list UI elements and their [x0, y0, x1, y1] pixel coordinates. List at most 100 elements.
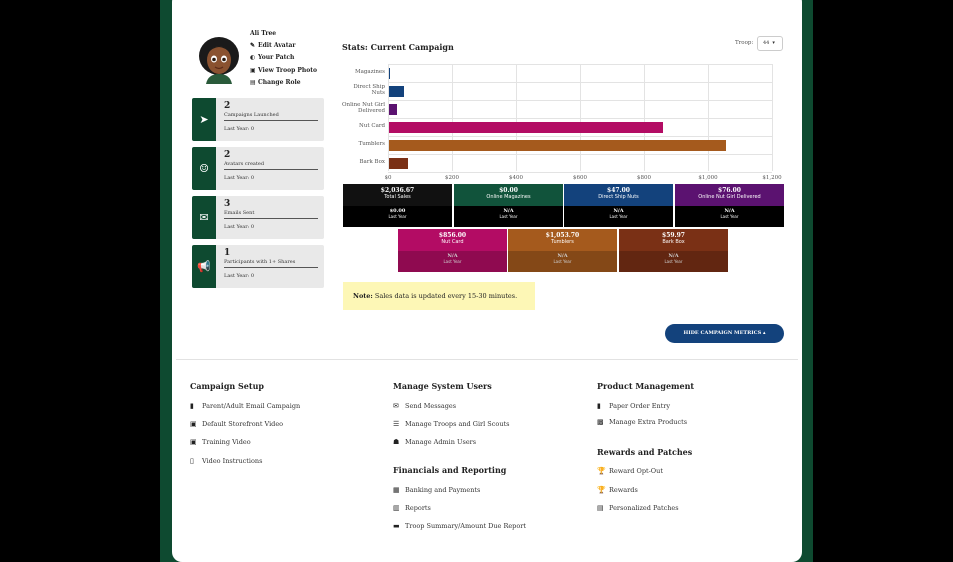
stat-campaigns-launched: ➤ 2 Campaigns Launched Last Year: 0	[192, 98, 324, 141]
trophy-icon: 🏆	[597, 467, 606, 475]
menu-parent-email-campaign[interactable]: ▮ Parent/Adult Email Campaign	[190, 402, 300, 410]
avatar-created-icon: ☺	[192, 147, 216, 190]
stat-value: 2	[224, 150, 231, 160]
tile-value: $1,053.70	[545, 232, 580, 239]
rocket-icon: ➤	[192, 98, 216, 141]
tile-value: $47.00	[607, 187, 630, 194]
chart-gridline	[388, 100, 772, 101]
stat-participants-shares: 📢 1 Participants with 1+ Shares Last Yea…	[192, 245, 324, 288]
chart-gridline	[388, 154, 772, 155]
menu-manage-extra-products[interactable]: ▩ Manage Extra Products	[597, 418, 687, 426]
manage-system-users-title: Manage System Users	[393, 381, 492, 391]
avatar[interactable]	[196, 34, 242, 84]
product-management-title: Product Management	[597, 381, 695, 391]
troop-select-value: 44	[763, 40, 770, 46]
tile-ly-label: Last Year	[388, 214, 407, 219]
tile-ly-value: N/A	[724, 208, 735, 214]
chart-x-tick: $200	[445, 175, 459, 181]
menu-troop-summary[interactable]: ▬ Troop Summary/Amount Due Report	[393, 522, 526, 530]
chart-bar	[389, 157, 409, 169]
chevron-down-icon: ▾	[772, 40, 775, 46]
view-troop-photo-link[interactable]: ▣ View Troop Photo	[250, 67, 317, 74]
stat-value: 2	[224, 101, 231, 111]
chart-x-tick: $400	[509, 175, 523, 181]
chart-x-tick: $0	[384, 175, 392, 181]
document-icon: ▮	[190, 402, 194, 410]
tile-last-year: N/A Last Year	[675, 206, 784, 227]
menu-default-storefront-video[interactable]: ▣ Default Storefront Video	[190, 420, 283, 428]
tile-ly-value: N/A	[447, 253, 458, 259]
tile-last-year: $0.00 Last Year	[343, 206, 452, 227]
menu-video-instructions[interactable]: ▯ Video Instructions	[190, 457, 262, 465]
menu-paper-order-entry[interactable]: ▮ Paper Order Entry	[597, 402, 670, 410]
stat-label: Emails Sent	[224, 210, 318, 219]
menu-reward-opt-out[interactable]: 🏆 Reward Opt-Out	[597, 467, 663, 475]
stat-last-year: Last Year: 0	[224, 175, 255, 181]
menu-banking-payments[interactable]: ▦ Banking and Payments	[393, 486, 480, 494]
tile-label: Tumblers	[551, 239, 574, 245]
chart-gridline	[388, 118, 772, 119]
tile-ly-label: Last Year	[720, 214, 739, 219]
chart-category-label: Magazines	[355, 69, 385, 75]
photo-icon: ▣	[250, 67, 256, 74]
chart-gridline	[388, 172, 772, 173]
tile-last-year: N/A Last Year	[508, 251, 617, 272]
chart-category-label: Tumblers	[358, 141, 385, 147]
envelope-icon: ✉	[393, 402, 399, 410]
role-icon: ▤	[250, 79, 256, 86]
your-patch-link[interactable]: ◐ Your Patch	[250, 54, 294, 61]
change-role-link[interactable]: ▤ Change Role	[250, 79, 301, 86]
chart-icon: ▥	[393, 504, 400, 512]
troop-select[interactable]: 44 ▾	[757, 36, 783, 51]
stat-value: 3	[224, 199, 231, 209]
divider	[176, 359, 798, 360]
menu-manage-admin-users[interactable]: ☗ Manage Admin Users	[393, 438, 476, 446]
chart-category-label: Online Nut Girl Delivered	[342, 102, 385, 114]
chart-bar	[389, 139, 726, 151]
pencil-icon: ✎	[250, 42, 256, 49]
sales-tile: $856.00 Nut Card N/A Last Year	[398, 229, 507, 272]
tile-label: Direct Ship Nuts	[598, 194, 639, 200]
menu-personalized-patches[interactable]: ▤ Personalized Patches	[597, 504, 679, 512]
stat-last-year: Last Year: 0	[224, 273, 255, 279]
hide-campaign-metrics-button[interactable]: HIDE CAMPAIGN METRICS ▴	[665, 324, 784, 343]
tile-last-year: N/A Last Year	[619, 251, 728, 272]
chart-category-label: Bark Box	[359, 159, 386, 165]
chart-bar	[389, 103, 398, 115]
tile-ly-label: Last Year	[609, 214, 628, 219]
chart-gridline	[388, 136, 772, 137]
note-banner: Note: Sales data is updated every 15-30 …	[343, 282, 535, 310]
folder-icon: ▬	[393, 522, 400, 530]
stat-label: Campaigns Launched	[224, 112, 318, 121]
tile-value: $2,036.67	[380, 187, 415, 194]
menu-send-messages[interactable]: ✉ Send Messages	[393, 402, 456, 410]
tile-current: $0.00 Online Magazines	[454, 184, 563, 206]
menu-manage-troops[interactable]: ☰ Manage Troops and Girl Scouts	[393, 420, 509, 428]
menu-rewards[interactable]: 🏆 Rewards	[597, 486, 638, 494]
chart-x-tick: $1,000	[698, 175, 718, 181]
rewards-title: Rewards and Patches	[597, 447, 693, 457]
tile-last-year: N/A Last Year	[454, 206, 563, 227]
menu-training-video[interactable]: ▣ Training Video	[190, 438, 251, 446]
stat-avatars-created: ☺ 2 Avatars created Last Year: 0	[192, 147, 324, 190]
note-bold: Note:	[353, 292, 373, 300]
tile-label: Nut Card	[441, 239, 464, 245]
stat-emails-sent: ✉ 3 Emails Sent Last Year: 0	[192, 196, 324, 239]
chart-bar	[389, 121, 663, 133]
edit-avatar-link[interactable]: ✎ Edit Avatar	[250, 42, 296, 49]
envelope-icon: ✉	[192, 196, 216, 239]
paper-icon: ▮	[597, 402, 601, 410]
tile-label: Online Magazines	[486, 194, 531, 200]
menu-reports[interactable]: ▥ Reports	[393, 504, 431, 512]
chart-x-tick: $1,200	[762, 175, 782, 181]
tile-last-year: N/A Last Year	[564, 206, 673, 227]
tile-ly-value: N/A	[557, 253, 568, 259]
users-icon: ☗	[393, 438, 400, 446]
stat-value: 1	[224, 248, 231, 258]
tile-ly-label: Last Year	[553, 259, 572, 264]
chart-gridline	[388, 82, 772, 83]
stat-label: Avatars created	[224, 161, 318, 170]
chart-category-label: Direct Ship Nuts	[353, 84, 385, 96]
sales-tile: $2,036.67 Total Sales $0.00 Last Year	[343, 184, 452, 227]
tile-ly-value: $0.00	[389, 208, 406, 214]
